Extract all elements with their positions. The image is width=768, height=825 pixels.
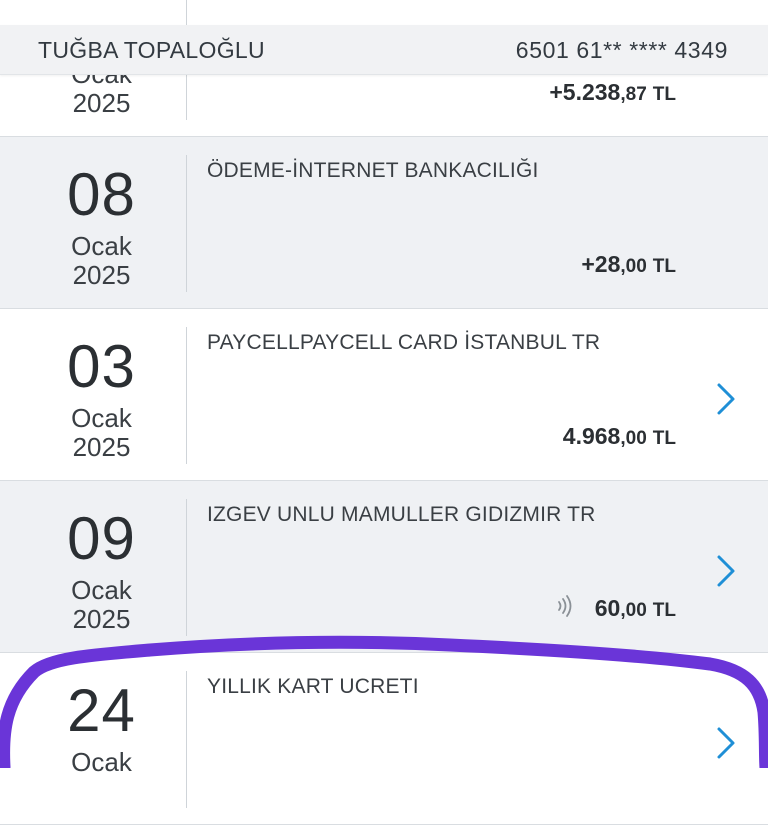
amount-decimal: ,00 xyxy=(620,600,647,621)
row-divider xyxy=(186,327,187,464)
amount-decimal: ,00 xyxy=(620,256,647,277)
row-divider xyxy=(186,155,187,292)
transaction-date: 09 Ocak 2025 xyxy=(0,481,186,652)
amount-currency: TL xyxy=(652,600,676,621)
transaction-year: 2025 xyxy=(72,604,131,634)
transaction-day: 03 xyxy=(67,333,136,400)
amount-integer: +28 xyxy=(581,251,621,277)
transaction-description: PAYCELLPAYCELL CARD İSTANBUL TR xyxy=(207,331,601,354)
chevron-right-icon[interactable] xyxy=(713,725,743,761)
amount-decimal: ,87 xyxy=(620,84,647,105)
row-divider xyxy=(186,499,187,636)
amount-integer: +5.238 xyxy=(549,79,621,105)
transaction-description: ÖDEME-İNTERNET BANKACILIĞI xyxy=(207,159,539,182)
chevron-right-icon[interactable] xyxy=(713,381,743,417)
transaction-description: YILLIK KART UCRETI xyxy=(207,675,419,698)
amount-decimal: ,00 xyxy=(620,428,647,449)
amount-currency: TL xyxy=(652,256,676,277)
transaction-amount: 60,00 TL xyxy=(595,595,676,622)
contactless-icon xyxy=(558,595,572,617)
amount-currency: TL xyxy=(652,428,676,449)
transaction-month: Ocak xyxy=(71,747,132,777)
transaction-year: 2025 xyxy=(72,432,131,462)
transaction-row[interactable]: 08 Ocak 2025 ÖDEME-İNTERNET BANKACILIĞI … xyxy=(0,137,768,309)
transaction-month: Ocak xyxy=(71,575,132,605)
transaction-description: IZGEV UNLU MAMULLER GIDIZMIR TR xyxy=(207,503,596,526)
amount-integer: 4.968 xyxy=(562,423,621,449)
transaction-date: 24 Ocak xyxy=(0,653,186,824)
amount-integer: 60 xyxy=(594,595,621,621)
row-divider xyxy=(186,671,187,808)
card-holder-name: TUĞBA TOPALOĞLU xyxy=(38,37,265,63)
transaction-amount: +28,00 TL xyxy=(581,251,676,278)
transaction-day: 24 xyxy=(67,677,136,744)
transaction-row[interactable]: 09 Ocak 2025 IZGEV UNLU MAMULLER GIDIZMI… xyxy=(0,481,768,653)
amount-currency: TL xyxy=(652,84,676,105)
transaction-year: 2025 xyxy=(72,88,131,118)
transaction-row[interactable]: 24 Ocak YILLIK KART UCRETI xyxy=(0,653,768,825)
transaction-month: Ocak xyxy=(71,403,132,433)
transaction-date: 03 Ocak 2025 xyxy=(0,309,186,480)
transaction-month: Ocak xyxy=(71,231,132,261)
transaction-amount: 4.968,00 TL xyxy=(563,423,676,450)
masked-card-number: 6501 61** **** 4349 xyxy=(515,37,728,63)
card-info-header: TUĞBA TOPALOĞLU 6501 61** **** 4349 xyxy=(0,25,768,75)
transaction-day: 09 xyxy=(67,505,136,572)
transaction-year: 2025 xyxy=(72,260,131,290)
transaction-row[interactable]: 03 Ocak 2025 PAYCELLPAYCELL CARD İSTANBU… xyxy=(0,309,768,481)
transaction-day: 08 xyxy=(67,161,136,228)
transaction-list: Ocak 2025 +5.238,87TL 08 Ocak 2025 ÖDEME… xyxy=(0,0,768,825)
transaction-amount: +5.238,87 TL xyxy=(549,79,676,106)
transaction-date: 08 Ocak 2025 xyxy=(0,137,186,308)
chevron-right-icon[interactable] xyxy=(713,553,743,589)
